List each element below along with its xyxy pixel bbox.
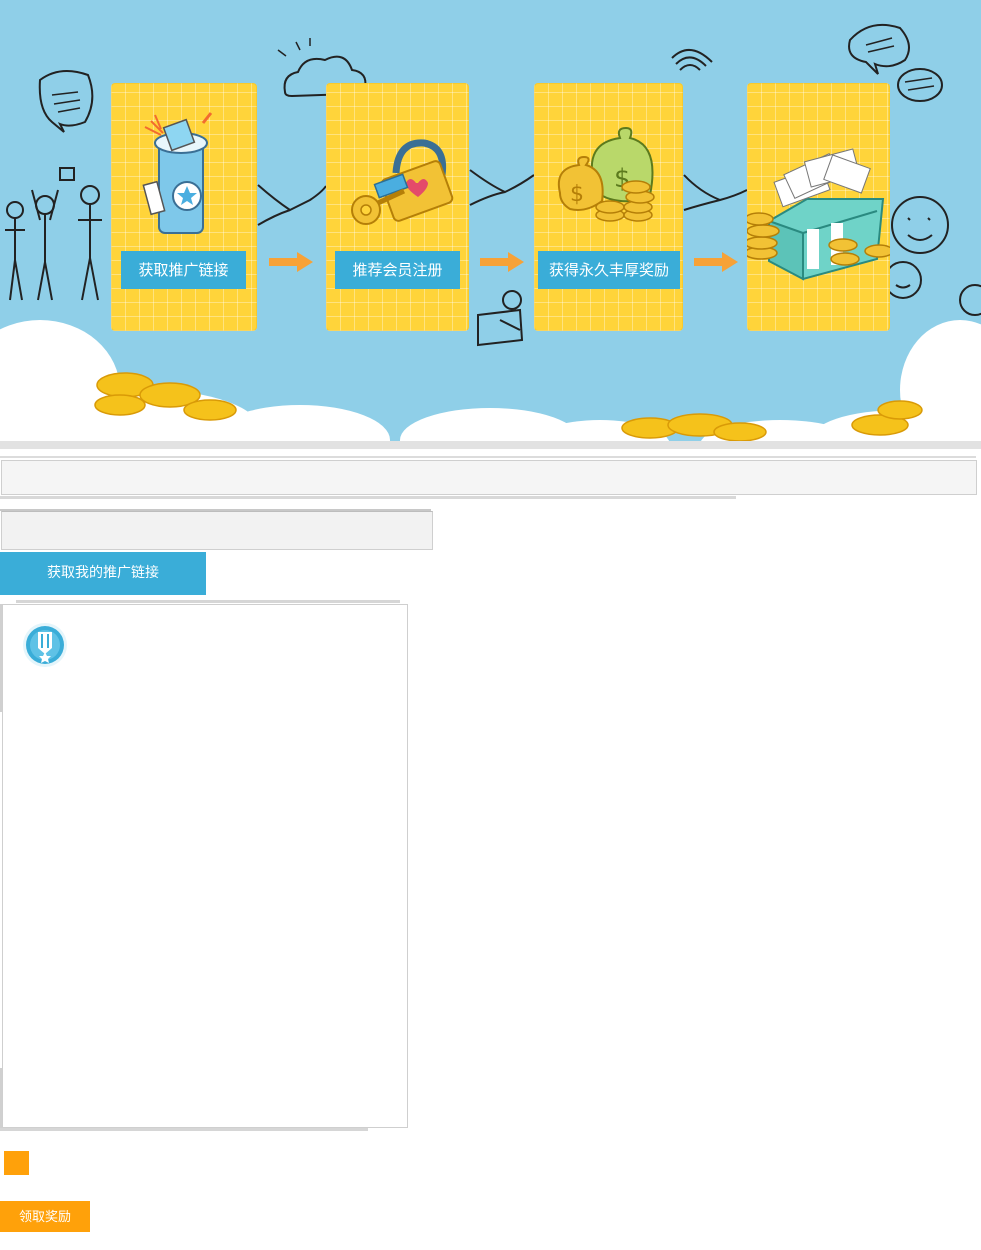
divider	[0, 441, 981, 449]
get-referral-link-button[interactable]: 获取我的推广链接	[0, 552, 206, 595]
promo-banner: 获取推广链接 推荐会员注册 $ $ 获得永久丰厚奖励	[0, 0, 981, 441]
field-shadow	[0, 496, 736, 499]
step-card-referral-register	[326, 83, 469, 331]
referral-link-field[interactable]	[1, 460, 977, 495]
lock-key-icon	[351, 139, 454, 225]
arrow-right-icon	[694, 252, 738, 272]
divider	[0, 456, 976, 458]
panel-edge	[0, 1068, 2, 1128]
svg-text:$: $	[570, 182, 584, 207]
step-card-reward: $ $	[534, 83, 683, 331]
arrow-right-icon	[269, 252, 313, 272]
step-label-reward: 获得永久丰厚奖励	[538, 251, 680, 289]
step-card-get-link	[111, 83, 257, 331]
claim-reward-button[interactable]: 领取奖励	[0, 1201, 90, 1232]
panel-top-border	[16, 600, 400, 603]
panel-bottom-border	[0, 1128, 368, 1131]
money-bag-icon: $ $	[557, 126, 655, 222]
user-input-field[interactable]	[1, 511, 433, 550]
medal-badge-icon	[23, 623, 67, 667]
gift-box-money-icon	[747, 148, 890, 281]
step-label-referral-register: 推荐会员注册	[335, 251, 460, 289]
step-label-get-link: 获取推广链接	[121, 251, 246, 289]
step-card-gift	[747, 83, 890, 331]
agree-checkbox[interactable]	[4, 1151, 29, 1175]
link-display-panel	[2, 604, 408, 1128]
cup-icon	[142, 112, 213, 234]
arrow-right-icon	[480, 252, 524, 272]
